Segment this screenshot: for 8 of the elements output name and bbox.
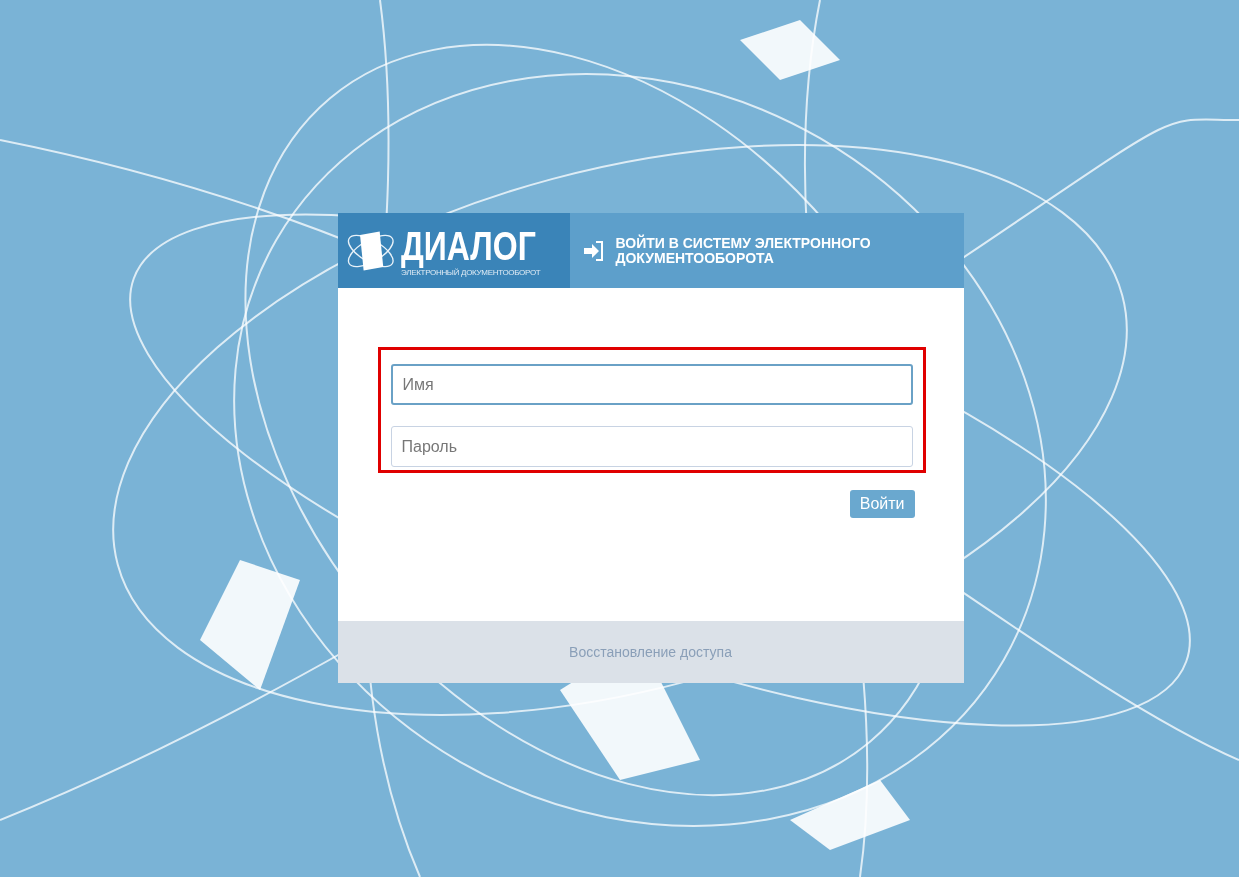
header-title: ВОЙТИ В СИСТЕМУ ЭЛЕКТРОННОГО ДОКУМЕНТООБОРОТА	[615, 235, 872, 266]
login-button[interactable]: Войти	[849, 490, 915, 518]
logo-name: ДИАЛОГ	[401, 224, 536, 268]
sign-in-icon	[581, 238, 606, 263]
username-field[interactable]: Имя	[390, 364, 913, 405]
logo-tagline: ЭЛЕКТРОННЫЙ ДОКУМЕНТООБОРОТ	[401, 268, 541, 277]
recover-access-link[interactable]: Восстановление доступа	[569, 644, 732, 660]
password-field[interactable]: Пароль	[390, 426, 913, 467]
